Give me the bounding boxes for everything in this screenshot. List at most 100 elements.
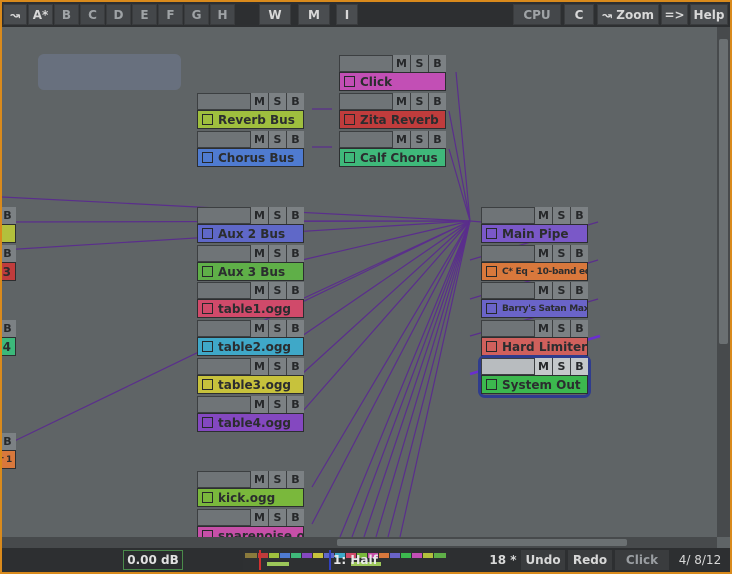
- strip-chorus-bus[interactable]: M S B Chorus Bus: [197, 131, 304, 168]
- bypass-button[interactable]: B: [286, 471, 304, 488]
- strip-table2[interactable]: M S B table2.ogg: [197, 320, 304, 357]
- mute-button[interactable]: M: [250, 320, 268, 337]
- mute-button[interactable]: M: [534, 320, 552, 337]
- strip-kick[interactable]: M S B kick.ogg: [197, 471, 304, 508]
- partial-strip[interactable]: B 4: [2, 320, 16, 357]
- strip-reverb-bus[interactable]: M S B Reverb Bus: [197, 93, 304, 130]
- mute-button[interactable]: M: [250, 282, 268, 299]
- m-button[interactable]: M: [298, 4, 330, 25]
- solo-button[interactable]: S: [552, 207, 570, 224]
- loop-marker[interactable]: [329, 550, 331, 570]
- strip-maximizer[interactable]: M S B Barry's Satan Maximiser 1: [481, 282, 588, 319]
- strip-table1[interactable]: M S B table1.ogg: [197, 282, 304, 319]
- strip-checkbox[interactable]: [202, 417, 213, 428]
- strip-checkbox[interactable]: [202, 228, 213, 239]
- mute-button[interactable]: M: [392, 93, 410, 110]
- strip-zita-reverb[interactable]: M S B Zita Reverb: [339, 93, 446, 130]
- solo-button[interactable]: S: [410, 55, 428, 72]
- vertical-scroll-thumb[interactable]: [719, 39, 728, 344]
- strip-checkbox[interactable]: [202, 492, 213, 503]
- solo-button[interactable]: S: [268, 358, 286, 375]
- strip-name[interactable]: C* Eq - 10-band equalizer 1: [481, 262, 588, 281]
- solo-button[interactable]: S: [268, 509, 286, 526]
- playhead-marker[interactable]: [259, 550, 261, 570]
- solo-button[interactable]: S: [268, 471, 286, 488]
- bypass-button[interactable]: B: [570, 358, 588, 375]
- horizontal-scrollbar[interactable]: [2, 537, 717, 548]
- strip-name[interactable]: Aux 3 Bus: [197, 262, 304, 281]
- partial-strip[interactable]: B r 1: [2, 433, 16, 470]
- bypass-button[interactable]: B: [2, 433, 16, 450]
- bypass-button[interactable]: B: [286, 358, 304, 375]
- solo-button[interactable]: S: [268, 396, 286, 413]
- solo-button[interactable]: S: [268, 131, 286, 148]
- strip-checkbox[interactable]: [202, 341, 213, 352]
- i-button[interactable]: I: [336, 4, 358, 25]
- gain-display[interactable]: 0.00 dB: [123, 550, 183, 570]
- partial-strip[interactable]: B 3: [2, 245, 16, 282]
- mute-button[interactable]: M: [534, 358, 552, 375]
- bypass-button[interactable]: B: [428, 93, 446, 110]
- mute-button[interactable]: M: [250, 358, 268, 375]
- strip-hard-limiter[interactable]: M S B Hard Limiter 1: [481, 320, 588, 357]
- bypass-button[interactable]: B: [428, 55, 446, 72]
- strip-checkbox[interactable]: [202, 379, 213, 390]
- cpu-button[interactable]: CPU: [513, 4, 561, 25]
- solo-button[interactable]: S: [552, 320, 570, 337]
- strip-system-out[interactable]: M S B System Out: [478, 355, 591, 398]
- solo-button[interactable]: S: [410, 131, 428, 148]
- mute-button[interactable]: M: [250, 245, 268, 262]
- solo-button[interactable]: S: [268, 207, 286, 224]
- mute-button[interactable]: M: [250, 471, 268, 488]
- scene-d-button[interactable]: D: [106, 4, 131, 25]
- strip-name[interactable]: Calf Chorus: [339, 148, 446, 167]
- horizontal-scroll-thumb[interactable]: [337, 539, 627, 546]
- strip-name[interactable]: table2.ogg: [197, 337, 304, 356]
- solo-button[interactable]: S: [552, 245, 570, 262]
- bypass-button[interactable]: B: [286, 282, 304, 299]
- strip-table3[interactable]: M S B table3.ogg: [197, 358, 304, 395]
- w-button[interactable]: W: [259, 4, 291, 25]
- bypass-button[interactable]: B: [286, 93, 304, 110]
- pattern-timeline[interactable]: 1: Half: [243, 550, 450, 570]
- bypass-button[interactable]: B: [570, 320, 588, 337]
- undo-button[interactable]: Undo: [521, 550, 565, 570]
- click-toggle[interactable]: Click: [615, 550, 669, 570]
- mute-button[interactable]: M: [250, 509, 268, 526]
- bypass-button[interactable]: B: [570, 282, 588, 299]
- strip-name[interactable]: Aux 2 Bus: [197, 224, 304, 243]
- bypass-button[interactable]: B: [286, 320, 304, 337]
- solo-button[interactable]: S: [410, 93, 428, 110]
- strip-name[interactable]: sparenoise.ogg: [197, 526, 304, 537]
- help-button[interactable]: Help: [690, 4, 728, 25]
- strip-name[interactable]: Main Pipe: [481, 224, 588, 243]
- mute-button[interactable]: M: [250, 207, 268, 224]
- strip-checkbox[interactable]: [486, 228, 497, 239]
- strip-name[interactable]: r 1: [2, 450, 16, 469]
- mixer-canvas[interactable]: B B 3 B 4 B r 1 M S B Click M: [2, 27, 717, 537]
- scene-b-button[interactable]: B: [54, 4, 79, 25]
- bypass-button[interactable]: B: [286, 509, 304, 526]
- strip-table4[interactable]: M S B table4.ogg: [197, 396, 304, 433]
- redo-button[interactable]: Redo: [568, 550, 612, 570]
- strip-name[interactable]: kick.ogg: [197, 488, 304, 507]
- strip-name[interactable]: table3.ogg: [197, 375, 304, 394]
- solo-button[interactable]: S: [552, 358, 570, 375]
- mute-button[interactable]: M: [250, 131, 268, 148]
- strip-checkbox[interactable]: [486, 303, 497, 314]
- solo-button[interactable]: S: [268, 93, 286, 110]
- strip-sparenoise[interactable]: M S B sparenoise.ogg: [197, 509, 304, 537]
- solo-button[interactable]: S: [268, 320, 286, 337]
- strip-checkbox[interactable]: [486, 266, 497, 277]
- bypass-button[interactable]: B: [286, 245, 304, 262]
- strip-checkbox[interactable]: [202, 152, 213, 163]
- wire-mode-button[interactable]: ↝: [3, 4, 27, 25]
- solo-button[interactable]: S: [552, 282, 570, 299]
- strip-name[interactable]: Hard Limiter 1: [481, 337, 588, 356]
- strip-name[interactable]: [2, 224, 16, 243]
- strip-click[interactable]: M S B Click: [339, 55, 446, 92]
- scene-h-button[interactable]: H: [210, 4, 235, 25]
- mute-button[interactable]: M: [250, 396, 268, 413]
- strip-checkbox[interactable]: [344, 152, 355, 163]
- strip-checkbox[interactable]: [344, 114, 355, 125]
